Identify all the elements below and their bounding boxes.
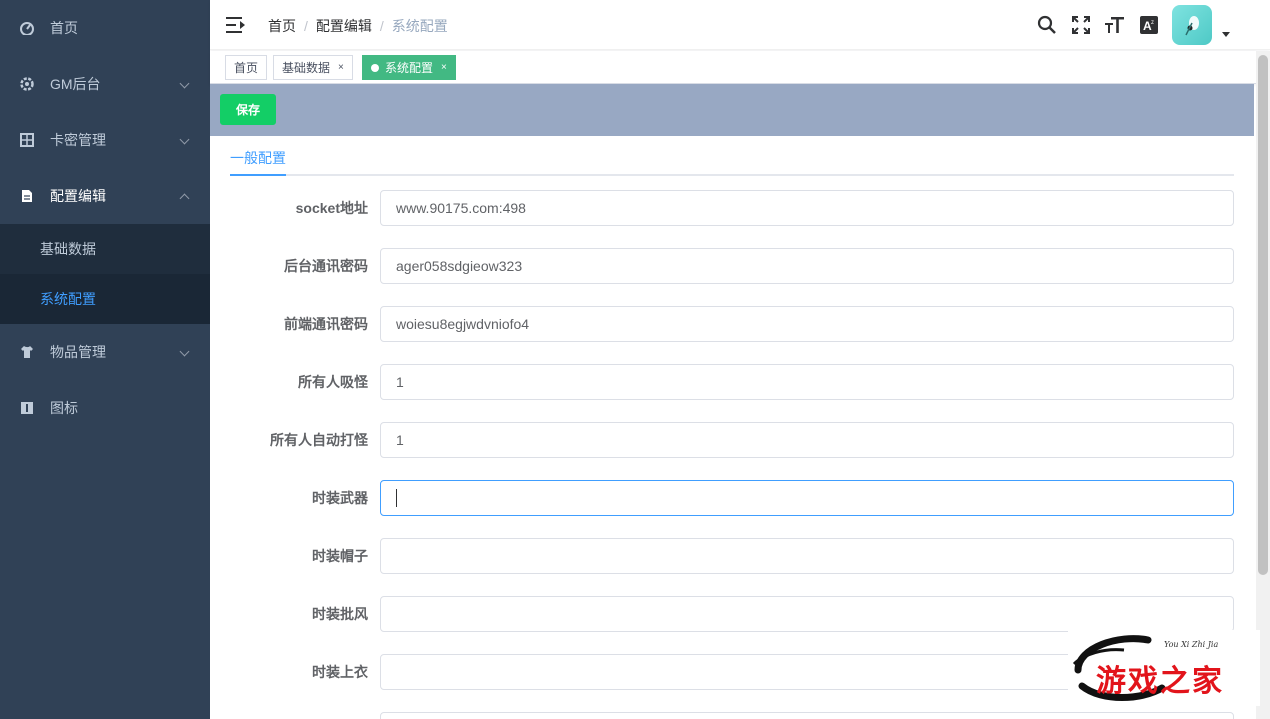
navbar: 首页 / 配置编辑 / 系统配置 Az xyxy=(210,0,1270,50)
dashboard-icon xyxy=(20,22,34,35)
sidebar-item-label: GM后台 xyxy=(50,76,101,92)
backend-password-field[interactable] xyxy=(380,248,1234,284)
grid-icon xyxy=(20,133,34,147)
breadcrumb: 首页 / 配置编辑 / 系统配置 xyxy=(268,16,448,36)
gear-icon xyxy=(20,77,34,91)
tag-label: 系统配置 xyxy=(385,61,434,75)
form-row-fashion-hat: 时装帽子 xyxy=(230,538,1234,574)
active-dot-icon xyxy=(371,63,379,72)
form-label: 所有人自动打怪 xyxy=(270,432,368,448)
toolbar: 保存 xyxy=(210,84,1254,136)
text-cursor xyxy=(396,489,397,507)
tab-active-bar xyxy=(230,174,286,176)
form-row-partial xyxy=(230,712,1234,719)
breadcrumb-separator: / xyxy=(379,18,384,34)
close-icon[interactable]: × xyxy=(338,62,344,73)
frontend-password-field[interactable] xyxy=(380,306,1234,342)
chevron-down-icon xyxy=(179,78,190,89)
breadcrumb-current: 系统配置 xyxy=(391,18,448,34)
socket-address-field[interactable] xyxy=(380,190,1234,226)
translate-icon[interactable]: Az xyxy=(1132,0,1166,50)
breadcrumb-home[interactable]: 首页 xyxy=(268,16,296,36)
form-row-frontend-password: 前端通讯密码 xyxy=(230,306,1234,342)
sidebar-item-icons[interactable]: 图标 xyxy=(0,380,210,436)
site-logo: You Xi Zhi Jia 游戏之家 xyxy=(1068,630,1260,706)
chevron-down-icon xyxy=(179,346,190,357)
sidebar-item-config[interactable]: 配置编辑 xyxy=(0,168,210,224)
sidebar-item-label: 首页 xyxy=(50,20,78,36)
form-label: socket地址 xyxy=(295,200,368,216)
scrollbar-thumb[interactable] xyxy=(1258,55,1268,575)
chevron-up-icon xyxy=(179,193,190,204)
tag-label: 首页 xyxy=(234,61,259,75)
sidebar-subitem-system-config[interactable]: 系统配置 xyxy=(0,274,210,324)
attract-monsters-field[interactable] xyxy=(380,364,1234,400)
tab-general-config[interactable]: 一般配置 xyxy=(230,148,286,168)
chevron-down-icon xyxy=(179,134,190,145)
document-icon xyxy=(22,190,32,202)
sidebar-item-gm[interactable]: GM后台 xyxy=(0,56,210,112)
sidebar-subitem-label: 基础数据 xyxy=(40,241,96,257)
header-tools: Az xyxy=(1030,0,1270,50)
sidebar-item-home[interactable]: 首页 xyxy=(0,0,210,56)
tags-view: 首页 基础数据 × 系统配置 × xyxy=(210,51,1256,84)
auto-fight-field[interactable] xyxy=(380,422,1234,458)
page-scrollbar[interactable] xyxy=(1256,51,1270,719)
sidebar-item-label: 物品管理 xyxy=(50,344,106,360)
breadcrumb-config-edit[interactable]: 配置编辑 xyxy=(316,16,372,36)
tag-basic-data[interactable]: 基础数据 × xyxy=(273,55,353,80)
form-label: 时装武器 xyxy=(312,490,368,506)
fashion-cloak-field[interactable] xyxy=(380,596,1234,632)
sidebar-subitem-basic-data[interactable]: 基础数据 xyxy=(0,224,210,274)
form-row-fashion-weapon: 时装武器 xyxy=(230,480,1234,516)
fashion-weapon-field[interactable] xyxy=(380,480,1234,516)
sidebar-item-label: 配置编辑 xyxy=(50,188,106,204)
sidebar: 首页 GM后台 卡密管理 配置编辑 基础数据 系统配置 物品管理 图标 xyxy=(0,0,210,719)
font-size-icon[interactable] xyxy=(1098,0,1132,50)
logo-text: 游戏之家 xyxy=(1096,664,1224,699)
form-label: 时装上衣 xyxy=(312,664,368,680)
form-label: 时装批风 xyxy=(312,606,368,622)
form-row-auto-fight: 所有人自动打怪 xyxy=(230,422,1234,458)
sidebar-item-label: 图标 xyxy=(50,400,78,416)
hamburger-icon[interactable] xyxy=(226,16,246,34)
close-icon[interactable]: × xyxy=(441,62,447,73)
form-row-attract-monsters: 所有人吸怪 xyxy=(230,364,1234,400)
save-button[interactable]: 保存 xyxy=(220,94,276,125)
shirt-icon xyxy=(21,346,33,358)
breadcrumb-separator: / xyxy=(304,18,308,34)
search-icon[interactable] xyxy=(1030,0,1064,50)
fashion-hat-field[interactable] xyxy=(380,538,1234,574)
form-label: 前端通讯密码 xyxy=(284,316,368,332)
tabs-header: 一般配置 xyxy=(230,136,1234,176)
form-label: 所有人吸怪 xyxy=(298,374,368,390)
svg-text:z: z xyxy=(1151,20,1154,26)
sidebar-submenu: 基础数据 系统配置 xyxy=(0,224,210,324)
sidebar-item-card[interactable]: 卡密管理 xyxy=(0,112,210,168)
form-label: 后台通讯密码 xyxy=(284,258,368,274)
tag-system-config[interactable]: 系统配置 × xyxy=(362,55,456,80)
tag-label: 基础数据 xyxy=(282,61,331,75)
form-row-socket: socket地址 xyxy=(230,190,1234,226)
avatar[interactable] xyxy=(1172,5,1212,45)
sidebar-subitem-label: 系统配置 xyxy=(40,291,96,307)
form-label: 时装帽子 xyxy=(312,548,368,564)
fullscreen-icon[interactable] xyxy=(1064,0,1098,50)
tag-home[interactable]: 首页 xyxy=(225,55,268,80)
form-row-backend-password: 后台通讯密码 xyxy=(230,248,1234,284)
form-row-fashion-cloak: 时装批风 xyxy=(230,596,1234,632)
icon-icon xyxy=(21,402,33,414)
sidebar-item-label: 卡密管理 xyxy=(50,132,106,148)
caret-down-icon[interactable] xyxy=(1222,31,1230,37)
partial-input-field[interactable] xyxy=(380,712,1234,719)
logo-subtitle: You Xi Zhi Jia xyxy=(1164,640,1219,649)
sidebar-item-items[interactable]: 物品管理 xyxy=(0,324,210,380)
